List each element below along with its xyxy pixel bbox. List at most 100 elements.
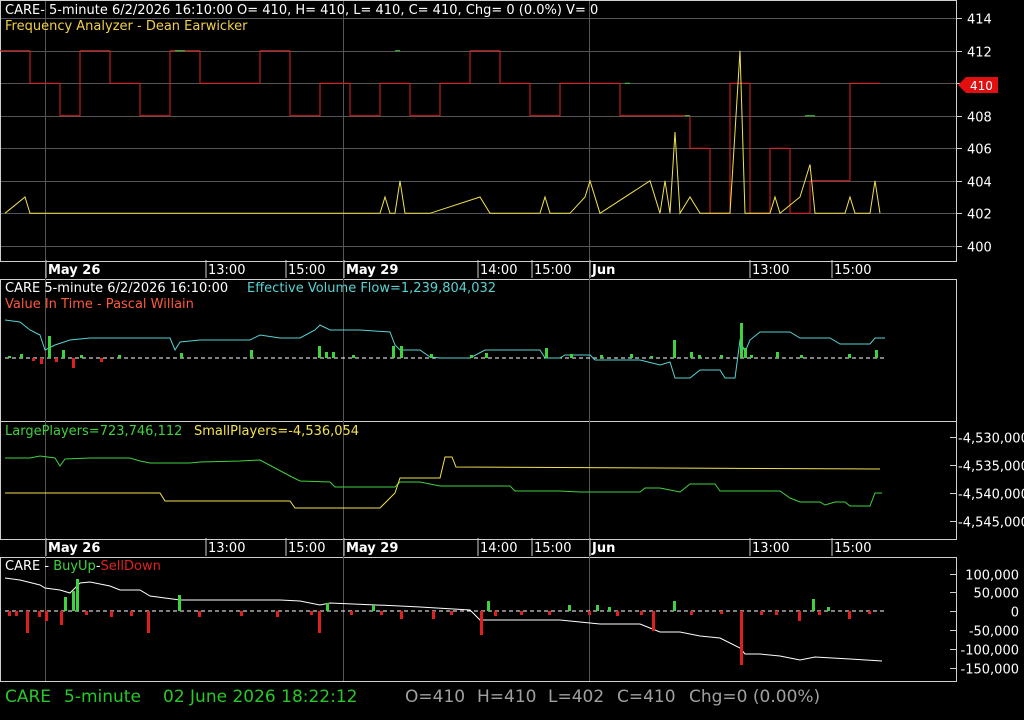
p1-tick-label: 402 xyxy=(967,208,992,223)
date-label: 14:00 xyxy=(480,541,517,556)
p4-bar xyxy=(487,601,490,611)
p3-tick-label: -4,545,000 xyxy=(958,516,1024,531)
p4-bar xyxy=(673,601,676,611)
status-symbol: CARE xyxy=(5,687,52,707)
p4-bar xyxy=(318,611,321,633)
p2-bar xyxy=(118,355,121,358)
p2-bar xyxy=(690,352,693,358)
p4-bar xyxy=(85,611,88,615)
p4-bar xyxy=(450,611,453,615)
p2-bar xyxy=(352,355,355,358)
panel2-symbol: CARE 5-minute 6/2/2026 16:10:00 xyxy=(5,281,228,296)
panel3-large-players: LargePlayers=723,746,112 xyxy=(5,424,182,439)
p4-bar xyxy=(432,611,435,619)
date-label: 13:00 xyxy=(208,541,245,556)
p2-bar xyxy=(545,348,548,358)
p4-bar xyxy=(110,611,113,617)
p2-bar xyxy=(800,355,803,358)
date-label: 15:00 xyxy=(834,263,871,278)
panel4-plot xyxy=(4,577,885,665)
date-label: May 26 xyxy=(48,541,100,556)
p4-bar xyxy=(760,611,763,615)
status-high: H=410 xyxy=(477,687,537,707)
date-label: May 26 xyxy=(48,263,100,278)
p4-bar xyxy=(310,611,313,615)
p2-bar xyxy=(318,346,321,358)
p4-bar xyxy=(480,611,483,635)
p2-bar xyxy=(48,336,51,358)
p2-bar xyxy=(698,355,701,358)
status-low: L=402 xyxy=(548,687,605,707)
p4-bar xyxy=(72,591,75,611)
panel3-y-axis: -4,530,000 -4,535,000 -4,540,000 -4,545,000 xyxy=(950,432,1024,531)
p2-bar xyxy=(400,346,403,358)
p4-bar xyxy=(568,605,571,611)
p4-bar xyxy=(588,611,591,615)
p2-evf-line xyxy=(4,319,885,379)
chart-canvas: 400 402 404 406 408 410 412 414 410 CARE- 5-min… xyxy=(0,0,1024,682)
p4-bar xyxy=(326,603,329,611)
panel3-frame xyxy=(0,421,957,540)
p4-bar xyxy=(8,611,11,616)
panel4-buyup: BuyUp xyxy=(53,559,96,574)
date-label: Jun xyxy=(591,263,615,278)
panel1-header: CARE- 5-minute 6/2/2026 16:10:00 O= 410,… xyxy=(5,3,598,18)
p4-bar xyxy=(740,611,743,665)
p2-bar xyxy=(740,323,743,358)
p2-bar xyxy=(744,348,747,358)
price-marker: 410 xyxy=(958,77,998,93)
p4-bar xyxy=(276,611,279,617)
p4-bar xyxy=(178,595,181,611)
p4-tick-label: -100,000 xyxy=(961,644,1019,659)
panel2-plot xyxy=(4,319,885,379)
p2-bar xyxy=(62,350,65,358)
p4-bar xyxy=(775,611,778,615)
p2-bar xyxy=(32,358,35,361)
p2-bar xyxy=(485,353,488,358)
p4-bar xyxy=(64,597,67,611)
date-axis-bottom: May 26 13:00 15:00 May 29 14:00 15:00 Jun 13:00… xyxy=(45,538,871,556)
panel4-title: CARE - BuyUp-SellDown xyxy=(5,559,161,574)
p2-bar xyxy=(750,355,753,358)
date-axis-top: May 26 13:00 15:00 May 29 14:00 15:00 Jun 13:00… xyxy=(45,260,871,278)
date-label: 13:00 xyxy=(752,541,789,556)
p1-tick-label: 412 xyxy=(967,46,992,61)
p4-tick-label: 100,000 xyxy=(965,569,1019,584)
p1-tick-label: 400 xyxy=(967,241,992,256)
p3-small-players-line xyxy=(5,456,881,509)
p3-tick-label: -4,540,000 xyxy=(958,488,1024,503)
status-datetime: 02 June 2026 18:22:12 xyxy=(163,687,358,707)
p4-tick-label: -50,000 xyxy=(969,625,1019,640)
status-change: Chg=0 (0.00%) xyxy=(689,687,821,707)
p3-tick-label: -4,535,000 xyxy=(958,460,1024,475)
panel1-y-axis: 400 402 404 406 408 410 412 414 xyxy=(956,13,992,256)
panel4-y-axis: 100,000 50,000 0 -50,000 -100,000 -150,000 xyxy=(950,569,1019,678)
panel2-indicator: Value In Time - Pascal Willain xyxy=(5,297,194,312)
p4-bar xyxy=(652,611,655,631)
p4-tick-label: -150,000 xyxy=(961,663,1019,678)
date-label: 15:00 xyxy=(288,541,325,556)
p4-bar xyxy=(240,611,243,616)
p4-bar xyxy=(868,611,871,614)
p4-bar xyxy=(596,605,599,611)
p4-bar xyxy=(818,611,821,615)
status-close: C=410 xyxy=(617,687,676,707)
date-label: 13:00 xyxy=(752,263,789,278)
panel4-frame xyxy=(0,557,957,682)
p1-tick-label: 404 xyxy=(967,176,992,191)
date-label: 13:00 xyxy=(208,263,245,278)
p4-bar xyxy=(130,611,133,616)
p2-bar xyxy=(600,355,603,358)
date-label: 15:00 xyxy=(534,541,571,556)
panel4-symbol: CARE - xyxy=(5,559,53,574)
p4-bar xyxy=(640,611,643,615)
p1-tick-label: 406 xyxy=(967,143,992,158)
date-label: May 29 xyxy=(346,541,398,556)
p4-bar xyxy=(690,611,693,615)
panel3-plot xyxy=(5,455,882,509)
panel2-evf: Effective Volume Flow=1,239,804,032 xyxy=(247,281,496,296)
p2-bar xyxy=(720,355,723,358)
p2-bar xyxy=(875,350,878,358)
status-interval: 5-minute xyxy=(64,687,141,707)
status-bar: CARE 5-minute 02 June 2026 18:22:12 O=41… xyxy=(0,682,1024,720)
